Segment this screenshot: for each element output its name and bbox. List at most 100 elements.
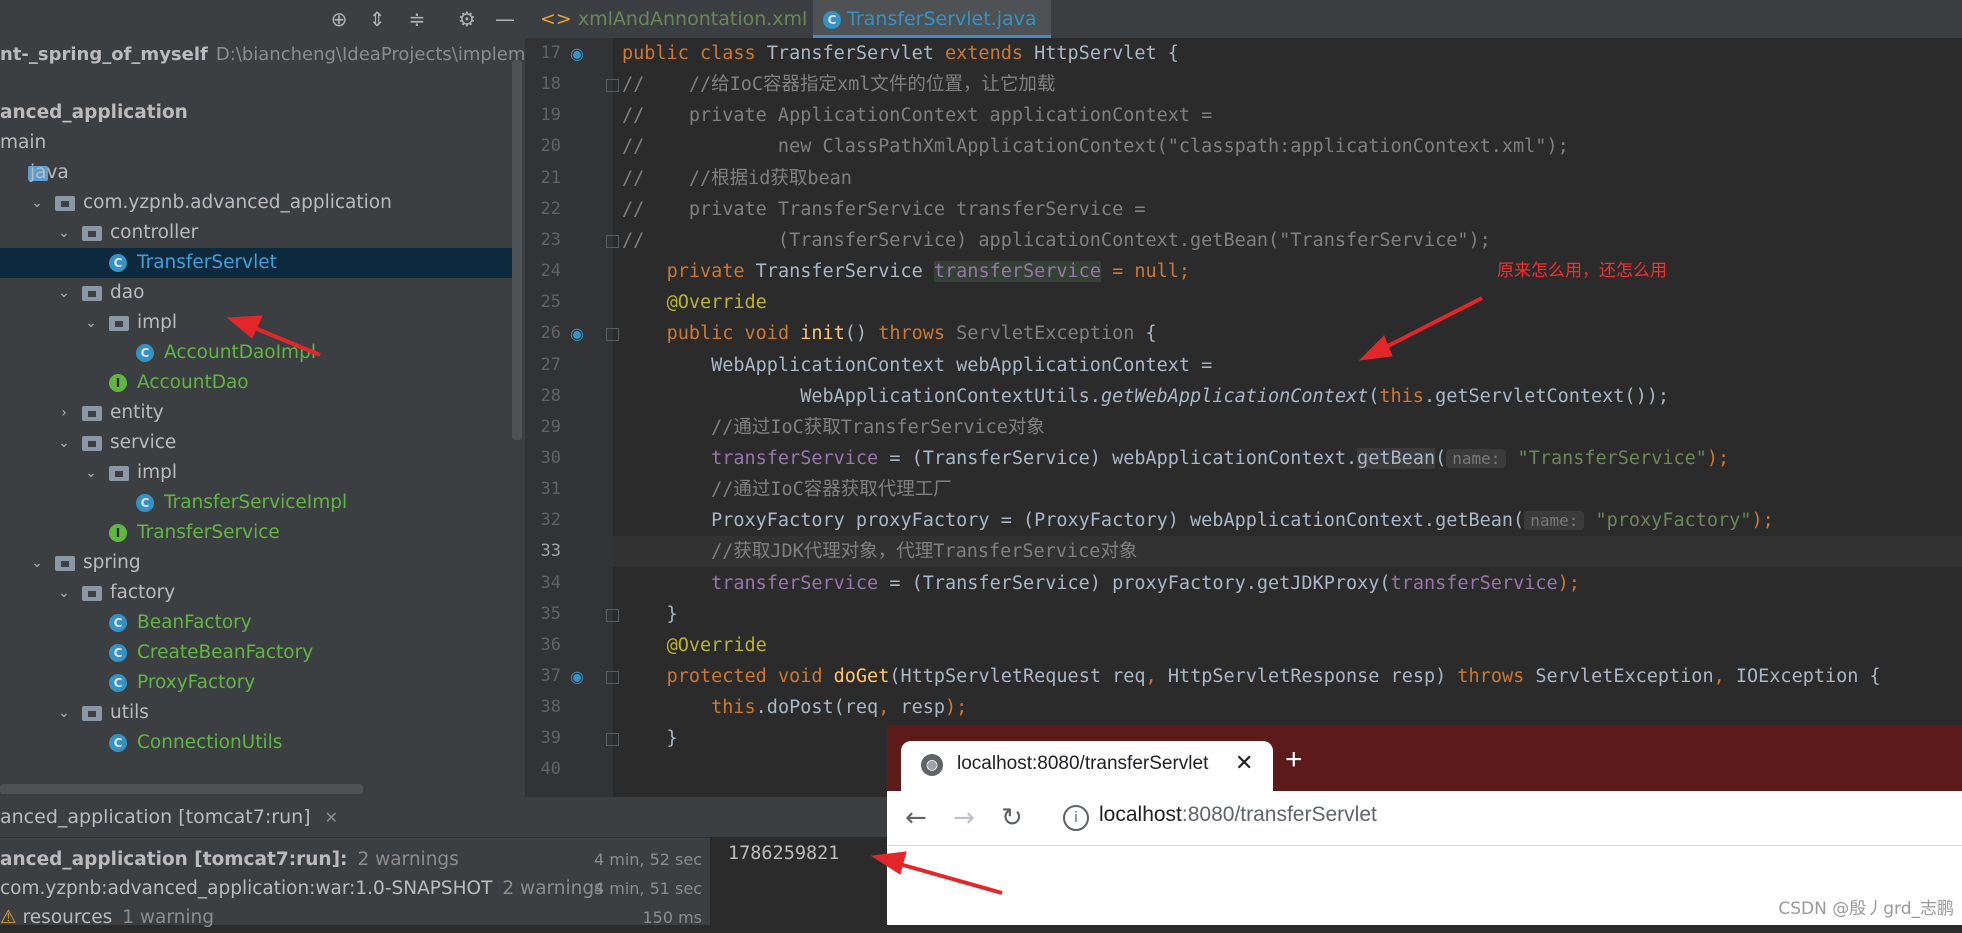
tab-xml[interactable]: <> xmlAndAnnontation.xml — [540, 0, 807, 38]
tree-item[interactable]: ⌄ controller — [0, 218, 515, 248]
tree-item[interactable]: anced_application — [0, 98, 515, 128]
code-token: "TransferService" — [1506, 447, 1707, 469]
code-token: = (TransferService) webApplicationContex… — [878, 447, 1358, 469]
override-marker-icon[interactable]: ◉ — [570, 318, 584, 349]
run-duration: 4 min, 51 sec — [593, 879, 702, 898]
tree-item[interactable]: ⌄ service — [0, 428, 515, 458]
code-line[interactable]: WebApplicationContextUtils.getWebApplica… — [622, 381, 1669, 412]
tree-item[interactable]: › entity — [0, 398, 515, 428]
chevron-down-icon[interactable]: ⌄ — [29, 548, 45, 578]
tree-item[interactable]: main — [0, 128, 515, 158]
project-horizontal-scrollbar[interactable] — [0, 784, 363, 794]
code-line[interactable]: // private TransferService transferServi… — [622, 194, 1145, 225]
code-line[interactable]: public class TransferServlet extends Htt… — [622, 38, 1179, 69]
code-line[interactable]: @Override — [622, 630, 767, 661]
code-editor[interactable]: 17 18 19 20 21 22 23 24 25 26 27 28 29 30 31 32 33 34 35 36… — [525, 38, 1962, 797]
code-line[interactable]: transferService = (TransferService) prox… — [622, 568, 1580, 599]
interface-icon: I — [109, 374, 127, 392]
browser-tab[interactable]: ◍ localhost:8080/transferServlet ✕ — [901, 741, 1273, 791]
fold-icon[interactable] — [606, 733, 619, 747]
tree-item[interactable]: C ProxyFactory — [0, 668, 515, 698]
code-line[interactable]: ProxyFactory proxyFactory = (ProxyFactor… — [622, 505, 1774, 536]
close-icon[interactable]: ✕ — [325, 808, 338, 827]
close-tab-icon[interactable]: ✕ — [1235, 751, 1253, 776]
chevron-down-icon[interactable]: ⌄ — [56, 218, 72, 248]
project-scrollbar[interactable] — [512, 60, 522, 440]
expand-all-icon[interactable]: ⇕ — [364, 6, 390, 32]
code-line[interactable]: //通过IoC容器获取代理工厂 — [622, 474, 952, 505]
fold-icon[interactable] — [606, 608, 619, 622]
tree-item[interactable]: java — [0, 158, 515, 188]
fold-icon[interactable] — [606, 671, 619, 684]
address-bar[interactable]: localhost:8080/transferServlet — [1099, 803, 1377, 827]
code-line[interactable]: private TransferService transferService … — [622, 256, 1190, 287]
tree-item[interactable]: ⌄ com.yzpnb.advanced_application — [0, 188, 515, 218]
code-token: , — [1145, 666, 1168, 687]
code-line[interactable]: transferService = (TransferService) webA… — [622, 443, 1729, 474]
tree-item[interactable]: ⌄ impl — [0, 458, 515, 488]
tree-item[interactable]: ⌄ impl — [0, 308, 515, 338]
tree-item[interactable]: I AccountDao — [0, 368, 515, 398]
code-line[interactable]: public void init() throws ServletExcepti… — [622, 318, 1157, 349]
code-line[interactable]: // //根据id获取bean — [622, 163, 852, 194]
tree-item[interactable]: ⌄ spring — [0, 548, 515, 578]
tree-item[interactable]: C AccountDaoImpl — [0, 338, 515, 368]
chevron-down-icon[interactable]: ⌄ — [29, 188, 45, 218]
override-marker-icon[interactable]: ◉ — [570, 661, 584, 692]
info-icon[interactable]: i — [1063, 805, 1089, 831]
code-line[interactable]: // new ClassPathXmlApplicationContext("c… — [622, 131, 1569, 162]
run-tab[interactable]: anced_application [tomcat7:run] ✕ — [0, 797, 338, 837]
run-tree-item[interactable]: anced_application [tomcat7:run]: 2 warnin… — [0, 845, 708, 875]
chevron-down-icon[interactable]: ⌄ — [56, 698, 72, 728]
tree-item-label: BeanFactory — [137, 612, 252, 633]
back-arrow-icon[interactable]: ← — [905, 803, 927, 833]
tree-item[interactable]: C TransferServlet — [0, 248, 515, 278]
project-panel: ⊕ ⇕ ≑ ⚙ — nt-_spring_of_myself D:\bianche… — [0, 0, 525, 797]
code-line[interactable]: } — [622, 599, 678, 630]
run-item-label: com.yzpnb:advanced_application:war:1.0-S… — [0, 878, 493, 899]
tree-item[interactable]: C TransferServiceImpl — [0, 488, 515, 518]
fold-icon[interactable] — [606, 79, 619, 93]
line-number: 18 — [540, 74, 561, 95]
tree-item[interactable]: C BeanFactory — [0, 608, 515, 638]
code-line[interactable]: // //给IoC容器指定xml文件的位置，让它加载 — [622, 69, 1055, 100]
project-root[interactable]: nt-_spring_of_myself D:\biancheng\IdeaPro… — [0, 42, 525, 68]
gear-icon[interactable]: ⚙ — [454, 6, 480, 32]
chevron-down-icon[interactable]: ⌄ — [56, 278, 72, 308]
code-line[interactable]: //获取JDK代理对象，代理TransferService对象 — [622, 536, 1137, 567]
collapse-all-icon[interactable]: ≑ — [404, 6, 430, 32]
chevron-down-icon[interactable]: ⌄ — [56, 428, 72, 458]
fold-icon[interactable] — [606, 328, 619, 342]
tab-transferservlet[interactable]: C TransferServlet.java — [813, 0, 1051, 38]
chevron-down-icon[interactable]: ⌄ — [56, 578, 72, 608]
new-tab-button[interactable]: + — [1285, 743, 1303, 777]
code-line[interactable]: // private ApplicationContext applicatio… — [622, 100, 1212, 131]
tree-item[interactable]: C CreateBeanFactory — [0, 638, 515, 668]
code-line[interactable]: this.doPost(req, resp); — [622, 692, 967, 723]
forward-arrow-icon[interactable]: → — [953, 803, 975, 833]
target-icon[interactable]: ⊕ — [326, 6, 352, 32]
tree-item[interactable]: C ConnectionUtils — [0, 728, 515, 758]
tree-item[interactable]: ⌄ utils — [0, 698, 515, 728]
code-line[interactable]: protected void doGet(HttpServletRequest … — [622, 661, 1881, 692]
fold-icon[interactable] — [606, 234, 619, 248]
code-line[interactable]: @Override — [622, 287, 767, 318]
reload-icon[interactable]: ↻ — [1001, 803, 1023, 833]
chevron-down-icon[interactable]: ⌄ — [83, 308, 99, 338]
code-line[interactable]: // (TransferService) applicationContext.… — [622, 225, 1491, 256]
tree-item[interactable]: I TransferService — [0, 518, 515, 548]
code-line[interactable]: WebApplicationContext webApplicationCont… — [622, 350, 1212, 381]
chevron-right-icon[interactable]: › — [56, 398, 72, 428]
run-tree-item[interactable]: ⚠ resources 1 warning 150 ms — [0, 903, 708, 933]
code-line[interactable]: //通过IoC获取TransferService对象 — [622, 412, 1045, 443]
tree-item-label: entity — [110, 402, 164, 423]
tree-item[interactable]: ⌄ factory — [0, 578, 515, 608]
minimize-icon[interactable]: — — [492, 6, 518, 32]
code-line[interactable]: } — [622, 723, 678, 754]
run-tree-item[interactable]: com.yzpnb:advanced_application:war:1.0-S… — [0, 874, 708, 904]
class-marker-icon[interactable]: ◉ — [570, 38, 584, 69]
tree-item[interactable]: ⌄ dao — [0, 278, 515, 308]
chevron-down-icon[interactable]: ⌄ — [83, 458, 99, 488]
